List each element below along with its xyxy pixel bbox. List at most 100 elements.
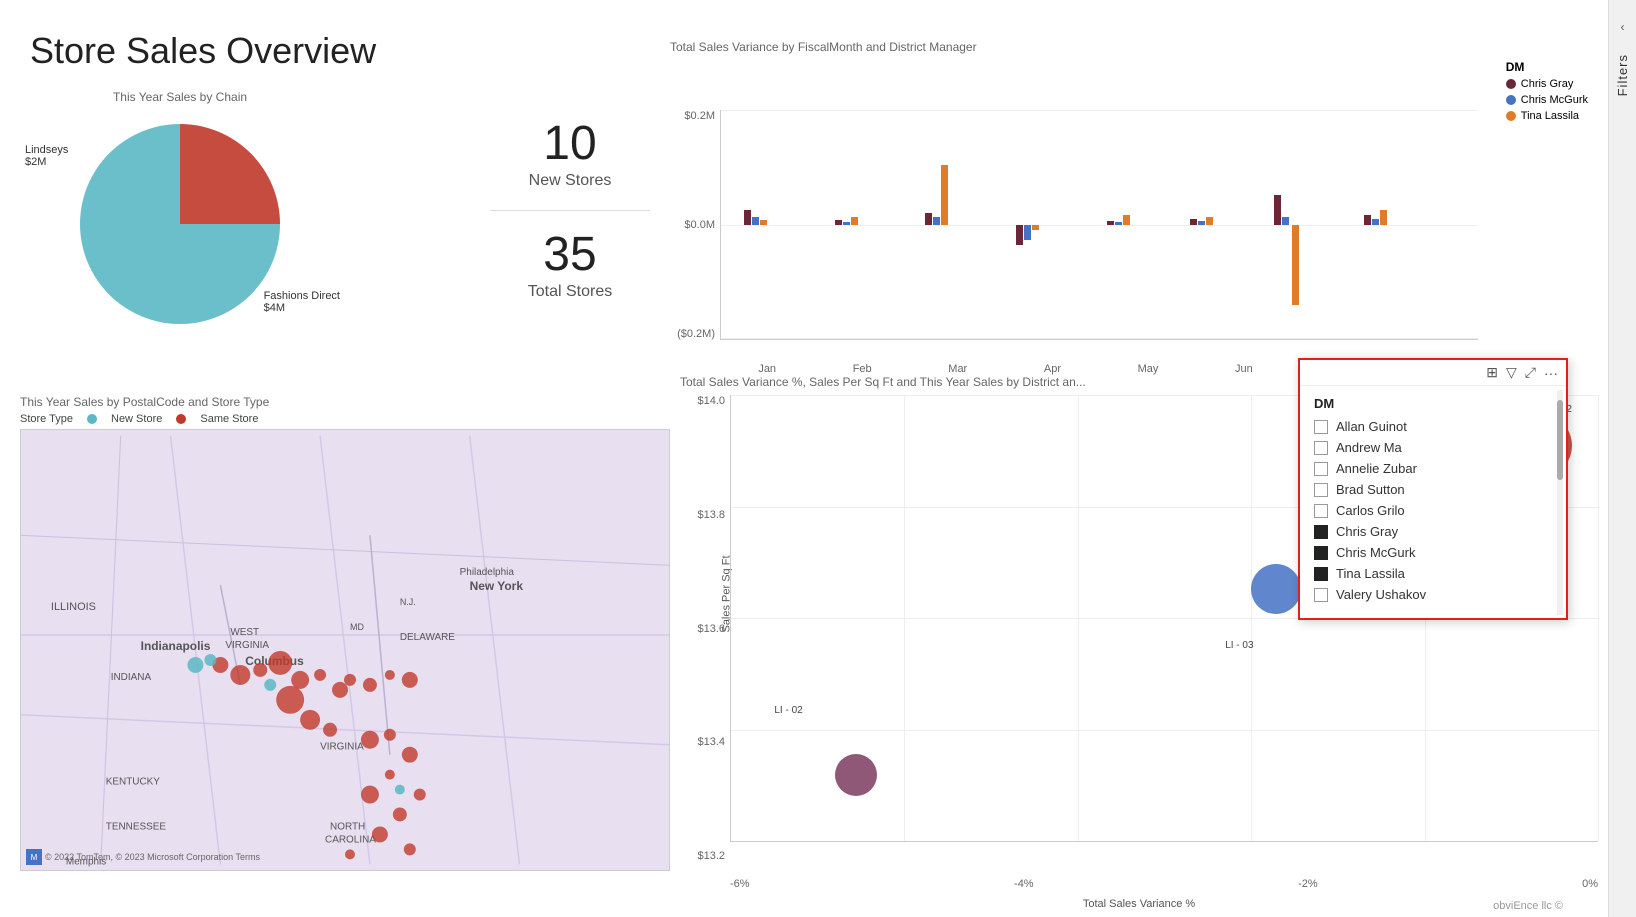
checkbox-chrismcgurk[interactable] <box>1314 546 1328 560</box>
bar-chart-legend: DM Chris Gray Chris McGurk Tina Lassila <box>1506 60 1588 126</box>
filter-item-chrismcgurk[interactable]: Chris McGurk <box>1314 545 1552 560</box>
sy-138: $13.8 <box>697 509 725 521</box>
map-container[interactable]: ILLINOIS Indianapolis INDIANA Columbus W… <box>20 429 670 871</box>
same-store-label: Same Store <box>200 413 258 425</box>
tinalassila-dot <box>1506 111 1516 121</box>
filter-label-annelie: Annelie Zubar <box>1336 461 1417 476</box>
bing-icon: M <box>26 849 42 865</box>
filter-label-tinalassila: Tina Lassila <box>1336 566 1405 581</box>
filter-scrollbar[interactable] <box>1557 390 1563 615</box>
bar-group-mar <box>925 165 948 225</box>
svg-text:DELAWARE: DELAWARE <box>400 632 455 643</box>
checkbox-andrew[interactable] <box>1314 441 1328 455</box>
sy-132: $13.2 <box>697 850 725 862</box>
bar-feb-mcgurk <box>843 222 850 225</box>
bar-apr-mcgurk <box>1024 225 1031 240</box>
bar-jul-lassila-neg <box>1292 225 1299 305</box>
resize-icon[interactable]: ⊞ <box>1486 364 1498 381</box>
bar-mar-lassila <box>941 165 948 225</box>
checkbox-carlos[interactable] <box>1314 504 1328 518</box>
filter-item-valery[interactable]: Valery Ushakov <box>1314 587 1552 602</box>
legend-item-tinalassila: Tina Lassila <box>1506 110 1588 122</box>
filter-label-andrew: Andrew Ma <box>1336 440 1402 455</box>
svg-text:INDIANA: INDIANA <box>111 672 152 683</box>
svg-text:VIRGINIA: VIRGINIA <box>225 640 269 651</box>
filter-item-allan[interactable]: Allan Guinot <box>1314 419 1552 434</box>
filter-item-carlos[interactable]: Carlos Grilo <box>1314 503 1552 518</box>
legend-dm-label: DM <box>1506 60 1588 74</box>
bar-group-aug <box>1364 210 1387 225</box>
filter-label-carlos: Carlos Grilo <box>1336 503 1405 518</box>
filter-item-chrisgray[interactable]: Chris Gray <box>1314 524 1552 539</box>
x-may: May <box>1138 363 1159 375</box>
checkbox-tinalassila[interactable] <box>1314 567 1328 581</box>
legend-item-chrismcgurk: Chris McGurk <box>1506 94 1588 106</box>
checkbox-chrisgray[interactable] <box>1314 525 1328 539</box>
svg-text:Philadelphia: Philadelphia <box>460 567 515 578</box>
same-store-dot <box>176 414 186 424</box>
store-type-label: Store Type <box>20 413 73 425</box>
bar-aug-gray <box>1364 215 1371 225</box>
filter-label-brad: Brad Sutton <box>1336 482 1405 497</box>
bar-chart-y-labels: $0.2M $0.0M ($0.2M) <box>670 110 720 340</box>
scatter-vgrid-5 <box>1598 395 1599 841</box>
bar-aug-lassila <box>1380 210 1387 225</box>
filter-panel-header: ⊞ ▽ ⤢ ··· <box>1300 360 1566 386</box>
legend-item-chrisgray: Chris Gray <box>1506 78 1588 90</box>
store-type-legend: Store Type New Store Same Store <box>20 413 670 425</box>
new-stores-number: 10 <box>490 120 650 168</box>
bar-jul-mcgurk-pos <box>1282 217 1289 225</box>
pie-chart-svg <box>70 114 290 334</box>
filter-item-annelie[interactable]: Annelie Zubar <box>1314 461 1552 476</box>
svg-text:N.J.: N.J. <box>400 597 416 607</box>
more-icon[interactable]: ··· <box>1544 365 1558 381</box>
collapse-arrow-icon[interactable]: ‹ <box>1621 20 1625 34</box>
x-feb: Feb <box>853 363 872 375</box>
new-store-dot <box>87 414 97 424</box>
map-section-title: This Year Sales by PostalCode and Store … <box>20 395 670 409</box>
grid-top <box>721 110 1478 111</box>
pie-chart-section: This Year Sales by Chain Lindseys $2M Fa… <box>20 90 340 380</box>
checkbox-valery[interactable] <box>1314 588 1328 602</box>
pie-fashions-label: Fashions Direct $4M <box>264 290 340 314</box>
filter-icon[interactable]: ▽ <box>1506 364 1517 381</box>
expand-icon[interactable]: ⤢ <box>1525 364 1536 381</box>
filter-label-chrisgray: Chris Gray <box>1336 524 1398 539</box>
x-apr: Apr <box>1044 363 1061 375</box>
scatter-point-li03 <box>1251 564 1301 614</box>
map-svg: ILLINOIS Indianapolis INDIANA Columbus W… <box>21 430 669 870</box>
checkbox-annelie[interactable] <box>1314 462 1328 476</box>
x-jan: Jan <box>758 363 776 375</box>
filter-item-tinalassila[interactable]: Tina Lassila <box>1314 566 1552 581</box>
sx-4pct: -4% <box>1014 878 1034 890</box>
map-copyright: M © 2022 TomTom, © 2023 Microsoft Corpor… <box>26 849 260 865</box>
checkbox-brad[interactable] <box>1314 483 1328 497</box>
new-store-label: New Store <box>111 413 162 425</box>
bar-group-feb <box>835 217 858 225</box>
bar-chart-area <box>720 110 1478 340</box>
filter-item-andrew[interactable]: Andrew Ma <box>1314 440 1552 455</box>
bar-jun-lassila <box>1206 217 1213 225</box>
legend-chrismcgurk-label: Chris McGurk <box>1521 94 1588 106</box>
scatter-x-labels: -6% -4% -2% 0% <box>730 878 1598 890</box>
filter-item-brad[interactable]: Brad Sutton <box>1314 482 1552 497</box>
filters-label[interactable]: Filters <box>1615 54 1630 96</box>
kpi-divider <box>490 210 650 211</box>
svg-text:ILLINOIS: ILLINOIS <box>51 601 96 613</box>
y-label-bot: ($0.2M) <box>677 328 715 340</box>
svg-text:MD: MD <box>350 622 364 632</box>
checkbox-allan[interactable] <box>1314 420 1328 434</box>
filter-dm-label: DM <box>1314 396 1552 411</box>
filter-scrollbar-thumb[interactable] <box>1557 400 1563 480</box>
sx-6pct: -6% <box>730 878 750 890</box>
bar-feb-gray <box>835 220 842 225</box>
page-title: Store Sales Overview <box>30 30 376 72</box>
total-stores-label: Total Stores <box>490 283 650 301</box>
bar-group-may <box>1107 215 1130 225</box>
scatter-vgrid-1 <box>904 395 905 841</box>
grid-mid <box>721 225 1478 226</box>
chrisgray-dot <box>1506 79 1516 89</box>
map-section: This Year Sales by PostalCode and Store … <box>20 395 670 897</box>
scatter-point-li02 <box>835 754 877 796</box>
x-mar: Mar <box>948 363 967 375</box>
